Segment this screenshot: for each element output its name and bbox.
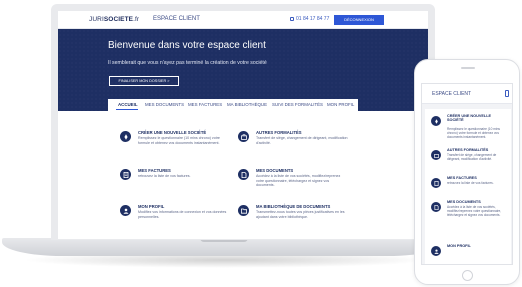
phone-card-desc: Accédez à la liste de vos sociétés, modi… — [447, 205, 502, 217]
phone-speaker — [461, 67, 475, 69]
briefcase-icon — [431, 150, 441, 160]
card-desc: Accédez à la liste de vos sociétés, modi… — [256, 174, 341, 188]
card-desc: Transmettez-nous toutes vos pièces justi… — [256, 210, 345, 219]
phone-screen: ESPACE CLIENT CRÉER UNE NOUVELLE SOCIÉTÉ… — [421, 83, 513, 265]
logo-suffix: .fr — [133, 16, 140, 23]
logo-bold: SOCIETE — [103, 16, 134, 23]
document-icon — [431, 202, 441, 212]
card-other-formalities[interactable]: AUTRES FORMALITÉS Transfert de siège, ch… — [238, 129, 350, 161]
phone-card-documents[interactable]: MES DOCUMENTS Accédez à la liste de vos … — [425, 199, 511, 229]
card-title: MA BIBLIOTHÈQUE DE DOCUMENTS — [256, 204, 331, 209]
tab-mon-profil[interactable]: MON PROFIL — [327, 102, 354, 107]
folder-icon — [238, 205, 249, 216]
tab-mes-documents[interactable]: MES DOCUMENTS — [145, 102, 184, 107]
phone-number-text: 01 84 17 84 77 — [296, 16, 330, 22]
phone-number[interactable]: 01 84 17 84 77 — [290, 16, 329, 22]
card-invoices[interactable]: MES FACTURES retrouvez la liste de vos f… — [120, 167, 232, 199]
phone-card-profile[interactable]: MON PROFIL — [425, 243, 511, 264]
phone-card-other-formalities[interactable]: AUTRES FORMALITÉS Transfert de siège, ch… — [425, 147, 511, 177]
card-desc: Modifiez vos informations de connexion e… — [138, 210, 227, 219]
card-title: MES DOCUMENTS — [256, 168, 294, 173]
phone-home-button[interactable] — [462, 270, 473, 281]
finalize-dossier-button[interactable]: FINALISER MON DOSSIER > — [109, 76, 179, 86]
phone-card-title: MON PROFIL — [447, 244, 471, 248]
phone-header-title: ESPACE CLIENT — [432, 91, 472, 97]
phone-card-desc: Transfert de siège, changement de dirige… — [447, 153, 497, 161]
card-profile[interactable]: MON PROFIL Modifiez vos informations de … — [120, 203, 232, 235]
user-icon — [431, 246, 441, 256]
card-create-company[interactable]: CRÉER UNE NOUVELLE SOCIÉTÉ Remplissez le… — [120, 129, 232, 161]
site-header: JURISOCIETE.fr ESPACE CLIENT 01 84 17 84… — [58, 11, 428, 29]
phone-card-desc: retrouvez la liste de vos factures. — [447, 181, 494, 185]
hero-subtitle: Il semblerait que vous n'ayez pas termin… — [108, 60, 267, 66]
mobile-icon[interactable] — [505, 90, 509, 97]
phone-card-title: AUTRES FORMALITÉS — [447, 148, 489, 152]
card-desc: retrouvez la liste de vos factures. — [138, 174, 191, 178]
tab-suivi-formalites[interactable]: SUIVI DES FORMALITÉS — [272, 102, 323, 107]
phone-card-title: CRÉER UNE NOUVELLE SOCIÉTÉ — [447, 114, 492, 123]
phone-card-desc: Remplissez le questionnaire (10 mins chr… — [447, 127, 500, 139]
rocket-icon — [431, 116, 441, 126]
dashboard-grid: CRÉER UNE NOUVELLE SOCIÉTÉ Remplissez le… — [110, 119, 350, 239]
user-icon — [120, 205, 131, 216]
card-title: CRÉER UNE NOUVELLE SOCIÉTÉ — [138, 130, 207, 135]
card-title: AUTRES FORMALITÉS — [256, 130, 302, 135]
card-documents[interactable]: MES DOCUMENTS Accédez à la liste de vos … — [238, 167, 350, 199]
laptop-screen: JURISOCIETE.fr ESPACE CLIENT 01 84 17 84… — [58, 11, 428, 239]
phone-icon — [290, 16, 294, 21]
card-desc: Remplissez le questionnaire (10 mins chr… — [138, 136, 220, 145]
site-logo[interactable]: JURISOCIETE.fr — [89, 16, 139, 23]
phone-card-title: MES FACTURES — [447, 176, 477, 180]
phone-device: ESPACE CLIENT CRÉER UNE NOUVELLE SOCIÉTÉ… — [414, 59, 520, 285]
document-icon — [238, 169, 249, 180]
invoice-icon — [431, 178, 441, 188]
card-title: MES FACTURES — [138, 168, 171, 173]
logout-button[interactable]: DÉCONNEXION — [334, 15, 384, 25]
phone-card-create-company[interactable]: CRÉER UNE NOUVELLE SOCIÉTÉ Remplissez le… — [425, 113, 511, 143]
invoice-icon — [120, 169, 131, 180]
phone-card-title: MES DOCUMENTS — [447, 200, 481, 204]
tab-ma-bibliotheque[interactable]: MA BIBLIOTHÈQUE — [227, 102, 267, 107]
active-tab-indicator — [116, 109, 138, 111]
nav-tabs: ACCUEIL MES DOCUMENTS MES FACTURES MA BI… — [108, 99, 358, 111]
rocket-icon — [120, 131, 131, 142]
tab-mes-factures[interactable]: MES FACTURES — [188, 102, 222, 107]
header-title: ESPACE CLIENT — [153, 16, 200, 22]
briefcase-icon — [238, 131, 249, 142]
hero-title: Bienvenue dans votre espace client — [108, 40, 266, 51]
logo-prefix: JURI — [89, 16, 104, 23]
card-library[interactable]: MA BIBLIOTHÈQUE DE DOCUMENTS Transmettez… — [238, 203, 350, 235]
phone-header: ESPACE CLIENT — [422, 84, 512, 104]
card-desc: Transfert de siège, changement de dirige… — [256, 136, 348, 145]
phone-card-list: CRÉER UNE NOUVELLE SOCIÉTÉ Remplissez le… — [425, 109, 511, 264]
tab-accueil[interactable]: ACCUEIL — [118, 102, 138, 107]
card-title: MON PROFIL — [138, 204, 165, 209]
